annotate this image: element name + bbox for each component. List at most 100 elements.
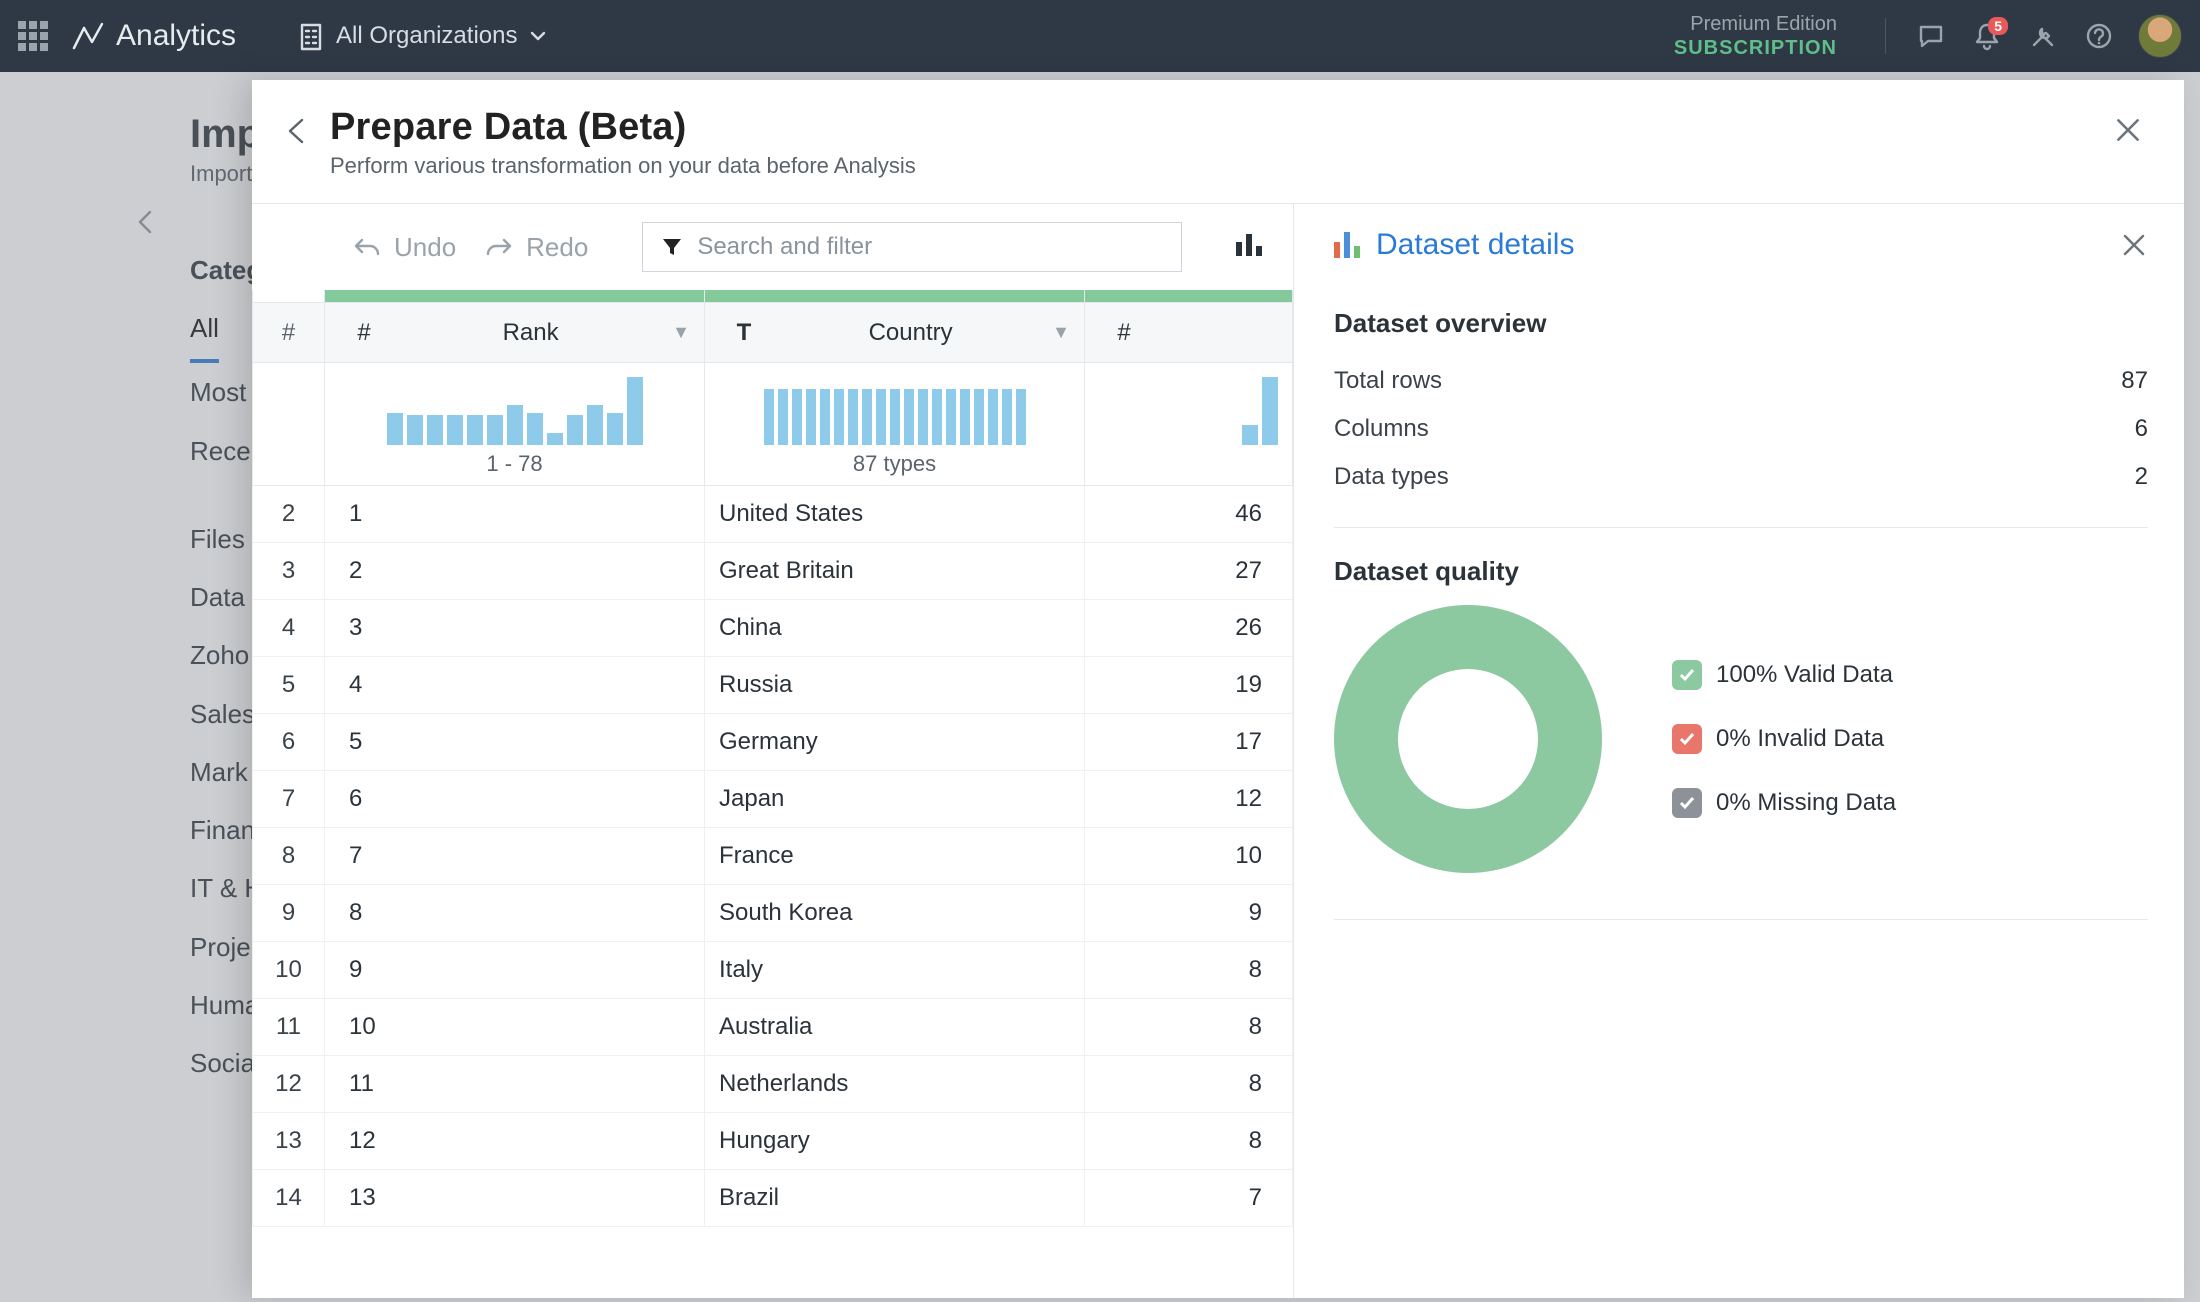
cell-rank: 1 (325, 486, 705, 543)
chevron-left-icon[interactable] (132, 208, 160, 236)
cell-rank: 11 (325, 1056, 705, 1113)
cell-country: Hungary (705, 1113, 1085, 1170)
col-rank-type-icon: # (339, 319, 389, 347)
prepare-data-panel: Prepare Data (Beta) Perform various tran… (252, 80, 2184, 1298)
cell-rank: 2 (325, 543, 705, 600)
table-row[interactable]: 98South Korea9 (253, 885, 1293, 942)
close-icon[interactable] (2112, 114, 2144, 146)
org-label: All Organizations (336, 22, 517, 50)
cell-country: Germany (705, 714, 1085, 771)
avatar[interactable] (2138, 14, 2182, 58)
table-row[interactable]: 1211Netherlands8 (253, 1056, 1293, 1113)
cell-rank: 8 (325, 885, 705, 942)
search-input[interactable] (697, 233, 1163, 261)
rownum-header: # (253, 303, 325, 363)
table-row[interactable]: 87France10 (253, 828, 1293, 885)
value-histogram[interactable] (1085, 363, 1293, 486)
col-value-header[interactable]: # (1085, 303, 1293, 363)
cell-rank: 5 (325, 714, 705, 771)
chevron-down-icon[interactable]: ▼ (1052, 322, 1070, 343)
col-country-type-icon: T (719, 319, 769, 347)
table-row[interactable]: 54Russia19 (253, 657, 1293, 714)
grid-toolbar: Undo Redo (252, 204, 1293, 290)
country-hist-caption: 87 types (719, 445, 1070, 477)
cell-rownum: 8 (253, 828, 325, 885)
cell-rownum: 11 (253, 999, 325, 1056)
rank-histogram[interactable]: 1 - 78 (325, 363, 705, 486)
cell-rank: 12 (325, 1113, 705, 1170)
cell-value: 46 (1085, 486, 1293, 543)
cell-value: 8 (1085, 1056, 1293, 1113)
cell-value: 8 (1085, 999, 1293, 1056)
filter-icon (661, 236, 683, 258)
cell-country: Japan (705, 771, 1085, 828)
dataset-details-pane: Dataset details Dataset overview Total r… (1294, 204, 2184, 1298)
check-icon (1672, 660, 1702, 690)
table-row[interactable]: 65Germany17 (253, 714, 1293, 771)
table-row[interactable]: 32Great Britain27 (253, 543, 1293, 600)
cell-country: Brazil (705, 1170, 1085, 1227)
cell-rank: 6 (325, 771, 705, 828)
cell-value: 12 (1085, 771, 1293, 828)
notifications-icon[interactable]: 5 (1970, 19, 2004, 53)
quality-heading: Dataset quality (1334, 556, 2148, 587)
bg-cat-header: Categories (190, 241, 260, 299)
legend-valid: 100% Valid Data (1672, 660, 1896, 690)
edition-line2: SUBSCRIPTION (1674, 36, 1837, 60)
bg-cat-all[interactable]: All (190, 299, 219, 363)
edition-info[interactable]: Premium Edition SUBSCRIPTION (1674, 12, 1857, 60)
panel-title: Prepare Data (Beta) (330, 106, 916, 149)
histogram-toggle-icon[interactable] (1234, 232, 1264, 263)
legend-missing: 0% Missing Data (1672, 788, 1896, 818)
cell-value: 8 (1085, 942, 1293, 999)
cell-country: Russia (705, 657, 1085, 714)
cell-value: 10 (1085, 828, 1293, 885)
cell-rank: 3 (325, 600, 705, 657)
help-icon[interactable] (2082, 19, 2116, 53)
chevron-down-icon (529, 27, 547, 45)
table-row[interactable]: 76Japan12 (253, 771, 1293, 828)
analytics-logo-icon (70, 18, 106, 54)
undo-label: Undo (394, 232, 456, 263)
table-row[interactable]: 1413Brazil7 (253, 1170, 1293, 1227)
cell-country: United States (705, 486, 1085, 543)
search-filter-box[interactable] (642, 222, 1182, 272)
col-country-header[interactable]: T Country ▼ (705, 303, 1085, 363)
cell-country: China (705, 600, 1085, 657)
org-selector[interactable]: All Organizations (298, 21, 547, 51)
cell-country: Netherlands (705, 1056, 1085, 1113)
details-title: Dataset details (1376, 228, 1574, 262)
chat-icon[interactable] (1914, 19, 1948, 53)
cell-rownum: 14 (253, 1170, 325, 1227)
data-grid-area: Undo Redo (252, 204, 1294, 1298)
product-logo[interactable]: Analytics (70, 18, 236, 54)
chevron-down-icon[interactable]: ▼ (672, 322, 690, 343)
data-table: # # Rank ▼ T C (252, 290, 1293, 1227)
cell-country: France (705, 828, 1085, 885)
separator (1885, 18, 1886, 54)
table-row[interactable]: 1312Hungary8 (253, 1113, 1293, 1170)
panel-back-icon[interactable] (282, 116, 312, 146)
cell-value: 8 (1085, 1113, 1293, 1170)
apps-launcher-icon[interactable] (18, 21, 48, 51)
close-icon[interactable] (2120, 231, 2148, 259)
panel-header: Prepare Data (Beta) Perform various tran… (252, 80, 2184, 204)
redo-button[interactable]: Redo (484, 232, 588, 263)
building-icon (298, 21, 324, 51)
cell-rank: 9 (325, 942, 705, 999)
col-value-type-icon: # (1099, 319, 1149, 347)
product-name: Analytics (116, 19, 236, 53)
cell-rownum: 4 (253, 600, 325, 657)
cell-rank: 10 (325, 999, 705, 1056)
table-row[interactable]: 21United States46 (253, 486, 1293, 543)
country-histogram[interactable]: 87 types (705, 363, 1085, 486)
kv-datatypes: Data types 2 (1334, 453, 2148, 501)
rank-hist-caption: 1 - 78 (339, 445, 690, 477)
table-row[interactable]: 43China26 (253, 600, 1293, 657)
table-row[interactable]: 1110Australia8 (253, 999, 1293, 1056)
col-rank-header[interactable]: # Rank ▼ (325, 303, 705, 363)
undo-button[interactable]: Undo (352, 232, 456, 263)
tools-icon[interactable] (2026, 19, 2060, 53)
cell-rownum: 5 (253, 657, 325, 714)
table-row[interactable]: 109Italy8 (253, 942, 1293, 999)
